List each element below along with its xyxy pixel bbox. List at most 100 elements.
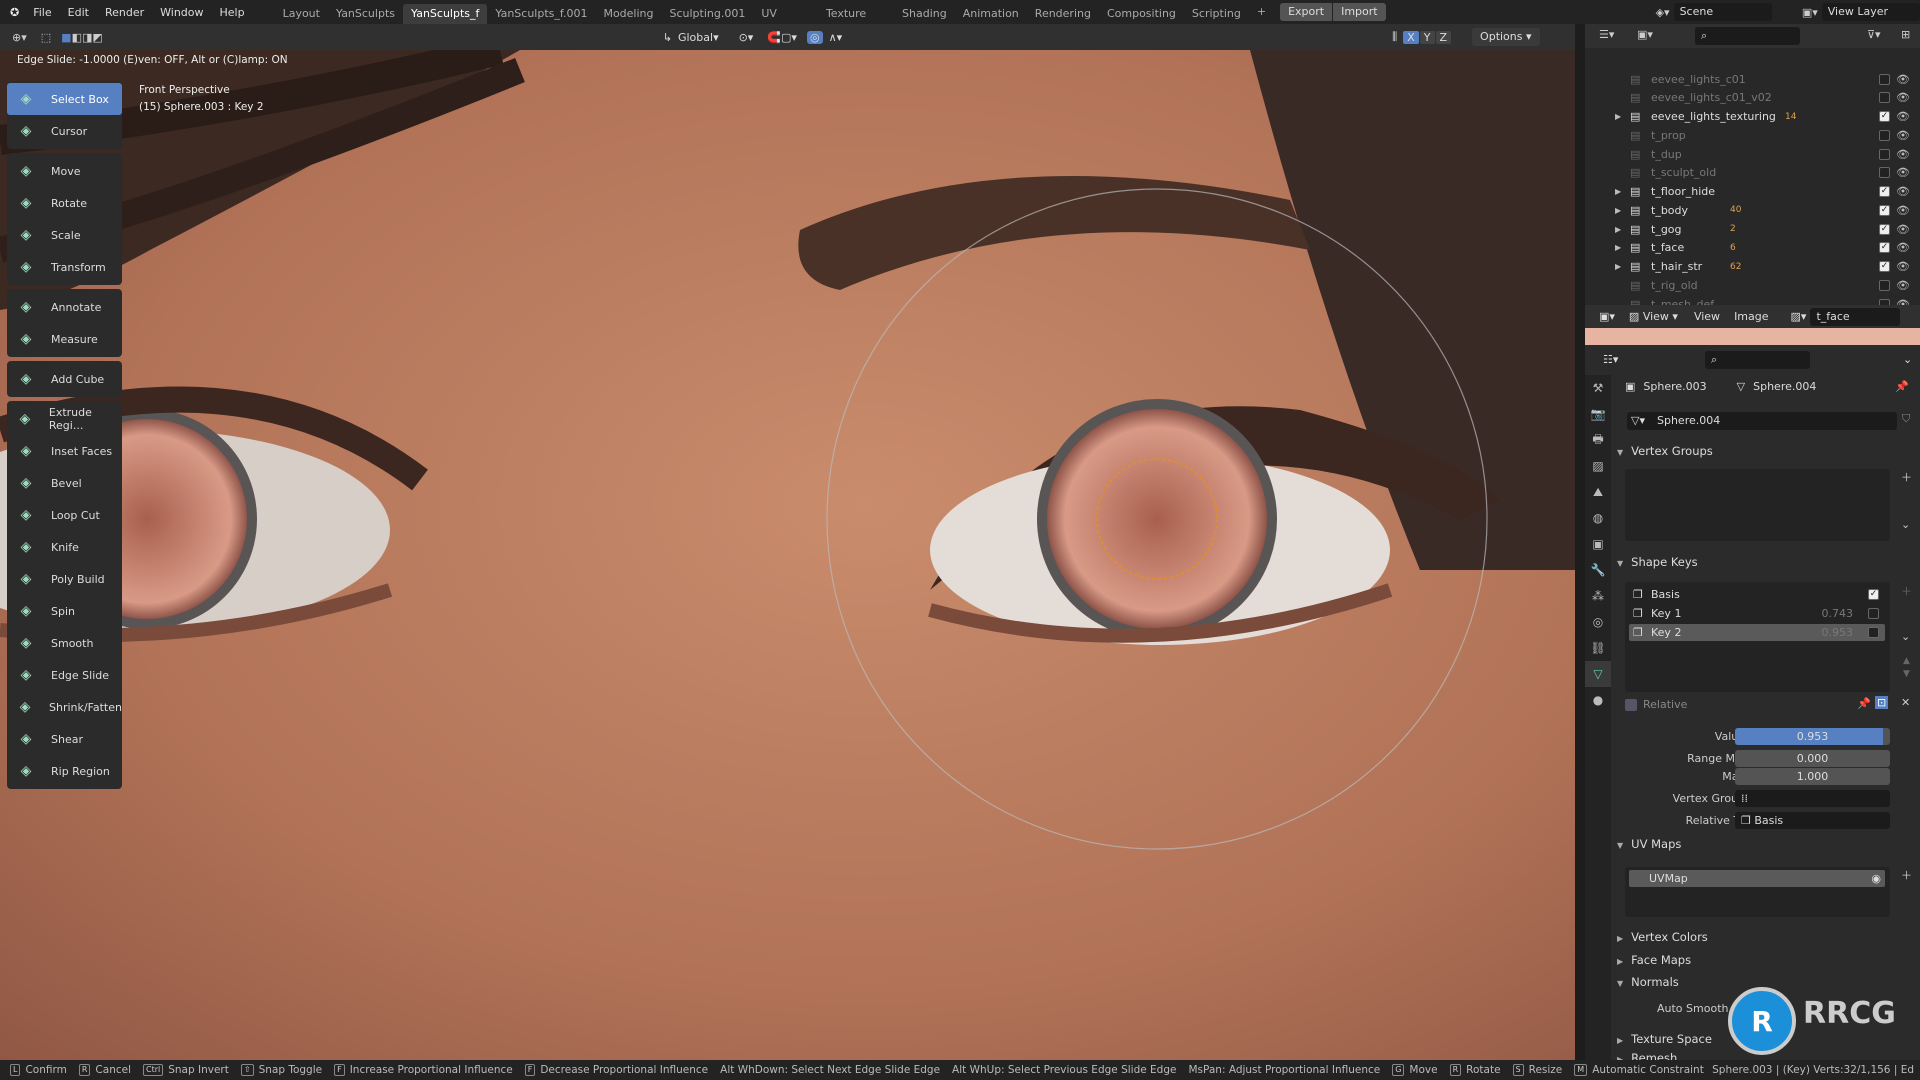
visibility-eye-icon[interactable]: 👁 — [1896, 241, 1910, 254]
tool-inset-faces[interactable]: ◈ Inset Faces — [7, 435, 122, 467]
shape-key-mute-checkbox[interactable]: ✓ — [1868, 589, 1879, 600]
particles-icon[interactable]: ⁂ — [1585, 583, 1611, 609]
expand-arrow-icon[interactable]: ▶ — [1615, 187, 1621, 196]
tool-loop-cut[interactable]: ◈ Loop Cut — [7, 499, 122, 531]
exclude-checkbox[interactable]: ✓ — [1879, 242, 1890, 254]
tool-edge-slide[interactable]: ◈ Edge Slide — [7, 659, 122, 691]
visibility-eye-icon[interactable]: 👁 — [1896, 129, 1910, 142]
properties-search-input[interactable]: ⌕ — [1705, 351, 1810, 369]
falloff-icon[interactable]: ∧▾ — [829, 31, 843, 44]
output-icon[interactable]: 🖶 — [1585, 427, 1611, 453]
shape-key-value[interactable]: 0.743 — [1822, 605, 1854, 622]
blender-logo-icon[interactable]: ✪ — [0, 6, 25, 19]
value-slider[interactable]: 0.953 — [1735, 728, 1890, 745]
outliner-item[interactable]: ▤ t_sculpt_old 👁 — [1585, 164, 1920, 182]
mesh-data-icon[interactable]: ▽ — [1585, 661, 1611, 687]
tool-rip-region[interactable]: ◈ Rip Region — [7, 755, 122, 787]
scene-icon[interactable]: ◈▾ — [1656, 6, 1670, 19]
mesh-browse-icon[interactable]: ▽▾ — [1631, 412, 1645, 430]
relative-to-field[interactable]: ❐ Basis — [1735, 812, 1890, 829]
tool-cursor[interactable]: ◈ Cursor — [7, 115, 122, 147]
tab-animation[interactable]: Animation — [955, 4, 1027, 24]
exclude-checkbox[interactable]: ✓ — [1879, 186, 1890, 197]
outliner-item[interactable]: ▶ ▤ t_face 6 ✓ 👁 — [1585, 239, 1920, 257]
tool-move[interactable]: ◈ Move — [7, 155, 122, 187]
display-mode-icon[interactable]: ☰▾ — [1599, 28, 1614, 41]
pin-icon[interactable]: 📌 — [1895, 380, 1909, 393]
select-mode-icon[interactable]: ⬚ — [41, 31, 51, 44]
mirror-axis-z[interactable]: Z — [1435, 30, 1452, 44]
options-chevron-icon[interactable]: ⌄ — [1903, 353, 1912, 366]
exclude-checkbox[interactable] — [1879, 148, 1890, 160]
exclude-checkbox[interactable]: ✓ — [1879, 111, 1890, 122]
tab-scripting[interactable]: Scripting — [1184, 4, 1249, 24]
tab-compositing[interactable]: Compositing — [1099, 4, 1184, 24]
tool-extrude-regi[interactable]: ◈ Extrude Regi... — [7, 403, 122, 435]
object-icon[interactable]: ▣ — [1585, 531, 1611, 557]
auto-smooth-label[interactable]: Auto Smooth — [1657, 1002, 1728, 1015]
pivot-icon[interactable]: ⊙▾ — [739, 31, 754, 44]
tab-yansculpts[interactable]: YanSculpts — [328, 4, 403, 24]
tool-measure[interactable]: ◈ Measure — [7, 323, 122, 355]
outliner-item[interactable]: ▤ t_prop 👁 — [1585, 126, 1920, 144]
render-icon[interactable]: 📷 — [1585, 401, 1611, 427]
vertex-group-specials-button[interactable]: ⌄ — [1901, 518, 1910, 531]
tool-shear[interactable]: ◈ Shear — [7, 723, 122, 755]
physics-icon[interactable]: ◎ — [1585, 609, 1611, 635]
add-uv-map-button[interactable]: ＋ — [1901, 867, 1912, 883]
add-workspace-button[interactable]: + — [1249, 2, 1274, 22]
image-name-field[interactable]: t_face — [1810, 307, 1901, 326]
shape-keys-list[interactable]: ❐ Basis ✓ ❐ Key 1 0.743 ❐ Key 2 0.953 — [1625, 582, 1890, 692]
vertex-group-field[interactable]: ⁞⁞ — [1735, 790, 1890, 807]
exclude-checkbox[interactable] — [1879, 167, 1890, 179]
tab-modeling[interactable]: Modeling — [595, 4, 661, 24]
visibility-eye-icon[interactable]: 👁 — [1896, 204, 1910, 217]
visibility-eye-icon[interactable]: 👁 — [1896, 185, 1910, 198]
edit-mode-toggle-icon[interactable]: ⊡ — [1875, 696, 1889, 709]
tool-add-cube[interactable]: ◈ Add Cube — [7, 363, 122, 395]
outliner-item[interactable]: ▤ t_rig_old 👁 — [1585, 276, 1920, 294]
relative-checkbox[interactable]: Relative — [1625, 698, 1687, 711]
uvmap-item[interactable]: UVMap ◉ — [1629, 870, 1885, 887]
mirror-axis-y[interactable]: Y — [1419, 30, 1435, 44]
tab-sculpting-001[interactable]: Sculpting.001 — [662, 4, 754, 24]
menu-edit[interactable]: Edit — [60, 6, 97, 19]
tool-icon[interactable]: ⚒ — [1585, 375, 1611, 401]
world-icon[interactable]: ◍ — [1585, 505, 1611, 531]
section-uv-maps[interactable]: ▼ UV Maps — [1617, 837, 1681, 851]
visibility-eye-icon[interactable]: 👁 — [1896, 148, 1910, 161]
view-layer-selector[interactable]: View Layer — [1821, 3, 1920, 21]
tool-spin[interactable]: ◈ Spin — [7, 595, 122, 627]
shape-key-pin-icon[interactable]: 📌 — [1857, 697, 1871, 710]
tab-yansculpts-f[interactable]: YanSculpts_f — [403, 4, 488, 24]
tool-select-box[interactable]: ◈ Select Box — [7, 83, 122, 115]
section-normals[interactable]: ▼ Normals — [1617, 975, 1679, 989]
tab-shading[interactable]: Shading — [894, 4, 955, 24]
filter-icon[interactable]: ⊽▾ — [1867, 28, 1881, 41]
section-shape-keys[interactable]: ▼ Shape Keys — [1617, 555, 1698, 569]
editor-type-icon[interactable]: ⊕▾ — [12, 31, 27, 44]
visibility-eye-icon[interactable]: 👁 — [1896, 279, 1910, 292]
context-mesh[interactable]: Sphere.004 — [1753, 380, 1816, 393]
view-layer-icon[interactable]: ▨ — [1585, 453, 1611, 479]
menu-window[interactable]: Window — [152, 6, 211, 19]
visibility-eye-icon[interactable]: 👁 — [1896, 110, 1910, 123]
clear-shape-key-button[interactable]: ✕ — [1901, 696, 1910, 709]
tool-shrink-fatten[interactable]: ◈ Shrink/Fatten — [7, 691, 122, 723]
options-dropdown[interactable]: Options ▾ — [1472, 28, 1540, 46]
expand-arrow-icon[interactable]: ▶ — [1615, 243, 1621, 252]
shape-key-value[interactable]: 0.953 — [1822, 624, 1854, 641]
tool-bevel[interactable]: ◈ Bevel — [7, 467, 122, 499]
move-shape-key-buttons[interactable]: ▲ ▼ — [1903, 655, 1910, 681]
uv-maps-list[interactable]: UVMap ◉ — [1625, 867, 1890, 917]
tool-scale[interactable]: ◈ Scale — [7, 219, 122, 251]
material-icon[interactable]: ● — [1585, 687, 1611, 713]
proportional-edit-icon[interactable]: ◎ — [806, 30, 823, 44]
tool-poly-build[interactable]: ◈ Poly Build — [7, 563, 122, 595]
shape-key-item[interactable]: ❐ Basis ✓ — [1629, 586, 1885, 603]
view-menu-dropdown[interactable]: ▨ View ▾ — [1629, 310, 1678, 323]
scene-selector[interactable]: Scene — [1673, 3, 1772, 21]
tool-rotate[interactable]: ◈ Rotate — [7, 187, 122, 219]
menu-render[interactable]: Render — [97, 6, 152, 19]
mirror-axis-x[interactable]: X — [1403, 30, 1419, 44]
